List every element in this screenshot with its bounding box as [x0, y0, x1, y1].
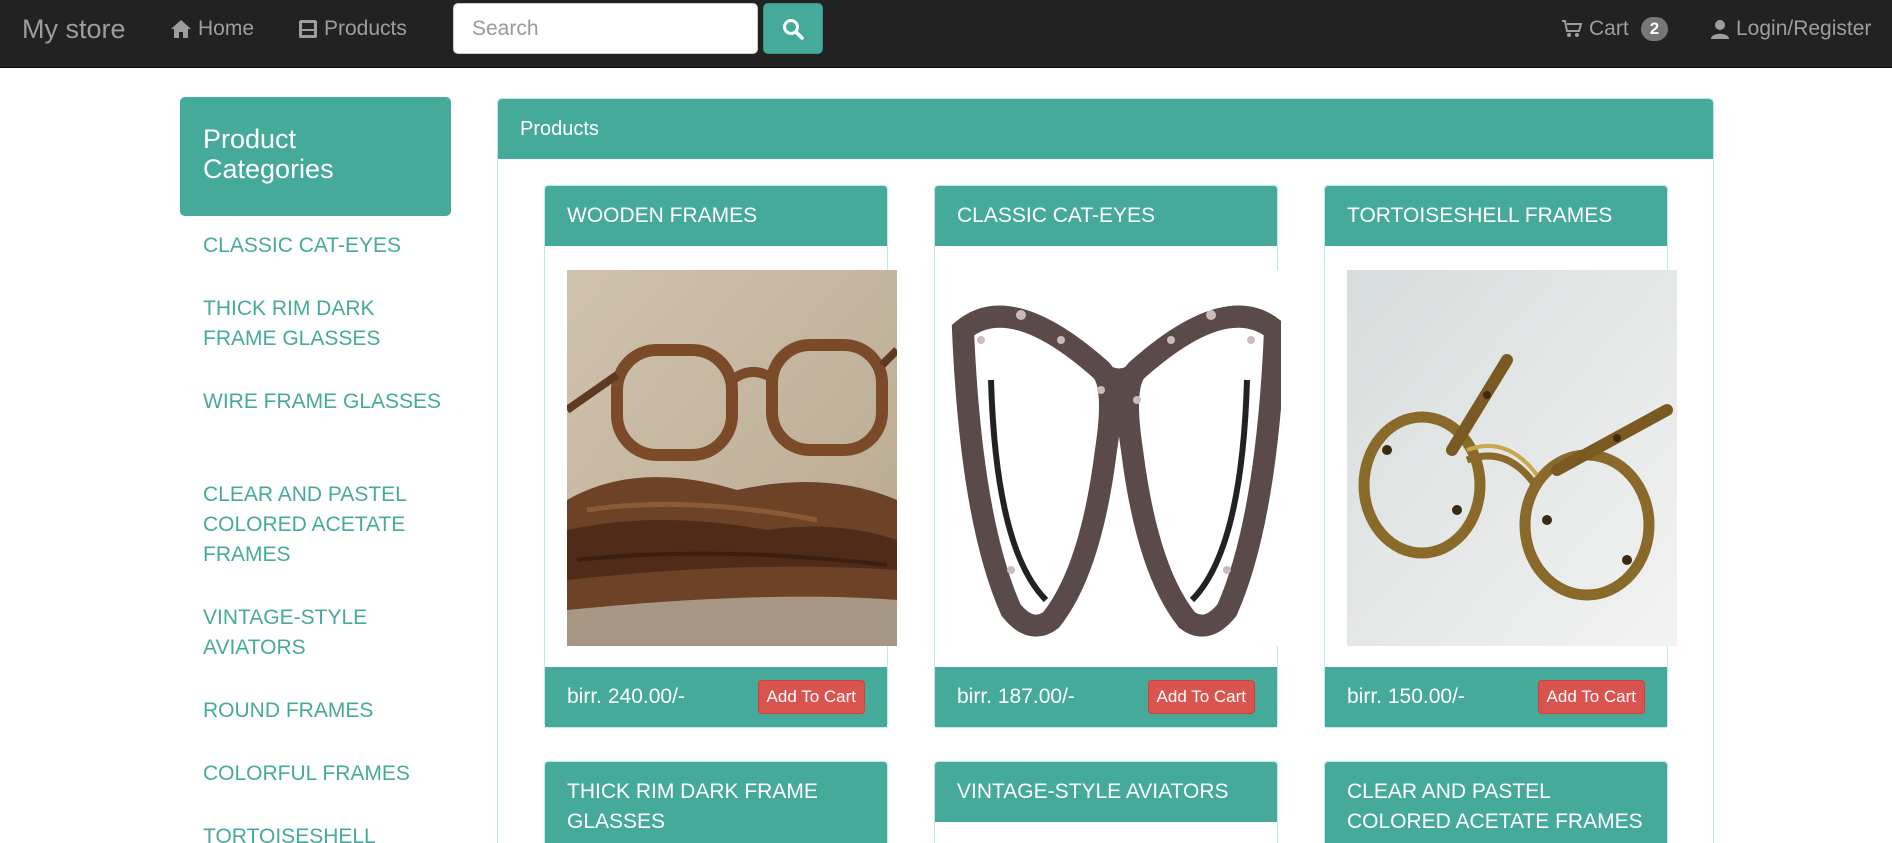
- home-icon: [171, 20, 191, 38]
- add-to-cart-button[interactable]: Add To Cart: [1147, 680, 1255, 714]
- product-card: THICK RIM DARK FRAME GLASSES: [544, 761, 888, 843]
- wooden-glasses-image: [567, 270, 897, 646]
- products-panel-title: Products: [498, 99, 1713, 159]
- nav-products-label: Products: [324, 17, 407, 40]
- cart-icon: [1562, 20, 1583, 37]
- category-item[interactable]: WIRE FRAME GLASSES: [203, 387, 443, 417]
- category-item[interactable]: VINTAGE-STYLE AVIATORS: [203, 603, 443, 663]
- product-title[interactable]: THICK RIM DARK FRAME GLASSES: [545, 762, 887, 843]
- product-image[interactable]: [567, 270, 897, 646]
- product-footer: birr. 240.00/- Add To Cart: [545, 667, 887, 727]
- cart-count-badge: 2: [1640, 17, 1669, 41]
- products-panel: Products WOODEN FRAMES birr. 240.00/- Ad…: [497, 98, 1714, 843]
- categories-header: Product Categories: [180, 97, 451, 216]
- nav-cart-label: Cart: [1589, 17, 1629, 40]
- tortoiseshell-glasses-image: [1347, 270, 1677, 646]
- nav-cart-link[interactable]: Cart 2: [1561, 14, 1669, 44]
- product-footer: birr. 150.00/- Add To Cart: [1325, 667, 1667, 727]
- nav-home-label: Home: [198, 17, 255, 40]
- nav-home-link[interactable]: Home: [170, 14, 254, 44]
- product-card: TORTOISESHELL FRAMES birr. 150.00/- Add …: [1324, 185, 1677, 728]
- product-title[interactable]: VINTAGE-STYLE AVIATORS: [935, 762, 1277, 822]
- product-card: VINTAGE-STYLE AVIATORS: [934, 761, 1278, 843]
- product-footer: birr. 187.00/- Add To Cart: [935, 667, 1277, 727]
- search-button[interactable]: [763, 3, 823, 54]
- user-icon: [1711, 20, 1729, 39]
- category-item[interactable]: COLORFUL FRAMES: [203, 759, 443, 789]
- nav-products-link[interactable]: Products: [298, 14, 407, 44]
- product-title[interactable]: WOODEN FRAMES: [545, 186, 887, 246]
- top-navbar: My store Home Products Cart 2 Login/Regi…: [0, 0, 1892, 68]
- nav-login-label: Login/Register: [1736, 17, 1872, 40]
- product-image[interactable]: [1347, 270, 1677, 646]
- search-icon: [783, 18, 804, 40]
- product-price: birr. 240.00/-: [567, 685, 685, 708]
- product-image[interactable]: [951, 270, 1281, 646]
- brand-logo[interactable]: My store: [22, 12, 126, 46]
- category-item[interactable]: TORTOISESHELL: [203, 822, 443, 843]
- add-to-cart-button[interactable]: Add To Cart: [757, 680, 865, 714]
- category-item[interactable]: ROUND FRAMES: [203, 696, 443, 726]
- add-to-cart-button[interactable]: Add To Cart: [1537, 680, 1645, 714]
- cat-eye-glasses-image: [951, 270, 1281, 646]
- product-title[interactable]: CLASSIC CAT-EYES: [935, 186, 1277, 246]
- product-price: birr. 187.00/-: [957, 685, 1075, 708]
- product-price: birr. 150.00/-: [1347, 685, 1465, 708]
- product-card: CLASSIC CAT-EYES birr. 187.00/- Add To C…: [934, 185, 1281, 728]
- nav-login-link[interactable]: Login/Register: [1710, 14, 1871, 44]
- products-icon: [299, 20, 317, 38]
- product-card: WOODEN FRAMES birr. 240.00/- Add To Cart: [544, 185, 897, 728]
- search-input[interactable]: [453, 3, 758, 54]
- product-title[interactable]: TORTOISESHELL FRAMES: [1325, 186, 1667, 246]
- product-title[interactable]: CLEAR AND PASTEL COLORED ACETATE FRAMES: [1325, 762, 1667, 843]
- category-item[interactable]: CLASSIC CAT-EYES: [203, 231, 443, 261]
- category-item[interactable]: THICK RIM DARK FRAME GLASSES: [203, 294, 443, 354]
- category-item[interactable]: CLEAR AND PASTEL COLORED ACETATE FRAMES: [203, 480, 443, 570]
- product-card: CLEAR AND PASTEL COLORED ACETATE FRAMES: [1324, 761, 1668, 843]
